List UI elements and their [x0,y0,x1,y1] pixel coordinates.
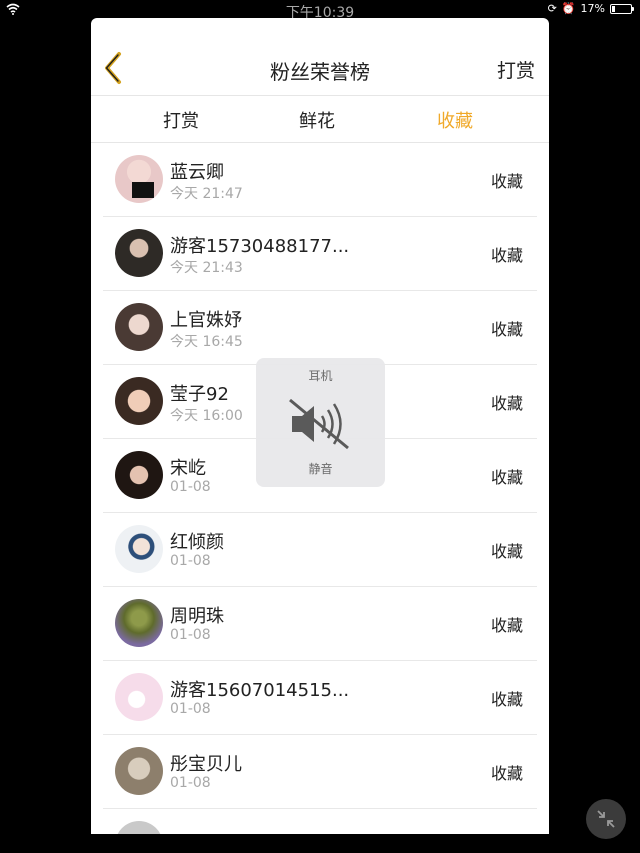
orientation-lock-icon: ⟳ [547,2,557,15]
user-time: 今天 21:43 [170,260,243,276]
row-action-label: 收藏 [490,690,523,709]
list-item[interactable]: 彤宝贝儿 01-08 收藏 [103,735,537,809]
row-action-label: 收藏 [490,172,523,191]
row-action-label: 收藏 [490,468,523,487]
user-name: 红倾颜 [170,532,224,553]
battery-percent: 17% [580,2,605,15]
toast-subtitle: 静音 [308,462,333,476]
user-time: 01-08 [170,627,211,643]
user-name: 上官姝妤 [170,310,242,331]
avatar [115,303,163,351]
tab-reward[interactable]: 打赏 [163,107,199,133]
list-item[interactable]: 游客15730488177... 今天 21:43 收藏 [103,217,537,291]
row-action-label: 收藏 [490,320,523,339]
avatar [115,377,163,425]
row-action-label: 收藏 [490,394,523,413]
user-name: 游客15730488177... [170,236,350,257]
tab-bar: 打赏 鲜花 收藏 [91,96,549,143]
fan-list: 蓝云卿 今天 21:47 收藏 游客15730488177... 今天 21:4… [91,143,549,834]
battery-icon [610,3,634,14]
avatar [115,451,163,499]
user-time: 今天 21:47 [170,186,243,202]
list-item[interactable]: 蓝云卿 今天 21:47 收藏 [103,143,537,217]
tab-flowers[interactable]: 鲜花 [299,107,335,133]
user-name: 游客15607014515... [170,680,350,701]
avatar [115,821,163,834]
toast-title: 耳机 [308,369,333,383]
avatar [115,747,163,795]
list-item-partial[interactable] [103,809,537,834]
list-item[interactable]: 红倾颜 01-08 收藏 [103,513,537,587]
minimize-button[interactable] [586,799,626,839]
user-time: 今天 16:45 [170,334,243,350]
list-item[interactable]: 游客15607014515... 01-08 收藏 [103,661,537,735]
user-name: 宋屹 [170,458,206,479]
row-action-label: 收藏 [490,616,523,635]
row-action-label: 收藏 [490,246,523,265]
user-name: 彤宝贝儿 [170,754,242,775]
header: 粉丝荣誉榜 打赏 [91,18,549,96]
user-time: 01-08 [170,775,211,791]
avatar [115,599,163,647]
page-title: 粉丝荣誉榜 [270,60,370,84]
tab-favorites[interactable]: 收藏 [437,107,473,133]
list-item[interactable]: 周明珠 01-08 收藏 [103,587,537,661]
user-time: 01-08 [170,701,211,717]
reward-button[interactable]: 打赏 [497,56,535,83]
collapse-arrows-icon [597,810,615,828]
row-action-label: 收藏 [490,542,523,561]
list-item[interactable]: 上官姝妤 今天 16:45 收藏 [103,291,537,365]
avatar [115,155,163,203]
avatar [115,673,163,721]
row-action-label: 收藏 [490,764,523,783]
user-name: 蓝云卿 [170,162,224,183]
user-time: 今天 16:00 [170,408,243,424]
status-bar: 下午10:39 ⟳ ⏰ 17% [0,0,640,21]
speaker-muted-icon [289,398,349,450]
mute-toast: 耳机 静音 [256,358,385,487]
user-time: 01-08 [170,553,211,569]
user-name: 莹子92 [170,384,229,405]
avatar [115,229,163,277]
user-name: 周明珠 [170,606,224,627]
alarm-icon: ⏰ [561,2,576,15]
user-time: 01-08 [170,479,211,495]
avatar [115,525,163,573]
